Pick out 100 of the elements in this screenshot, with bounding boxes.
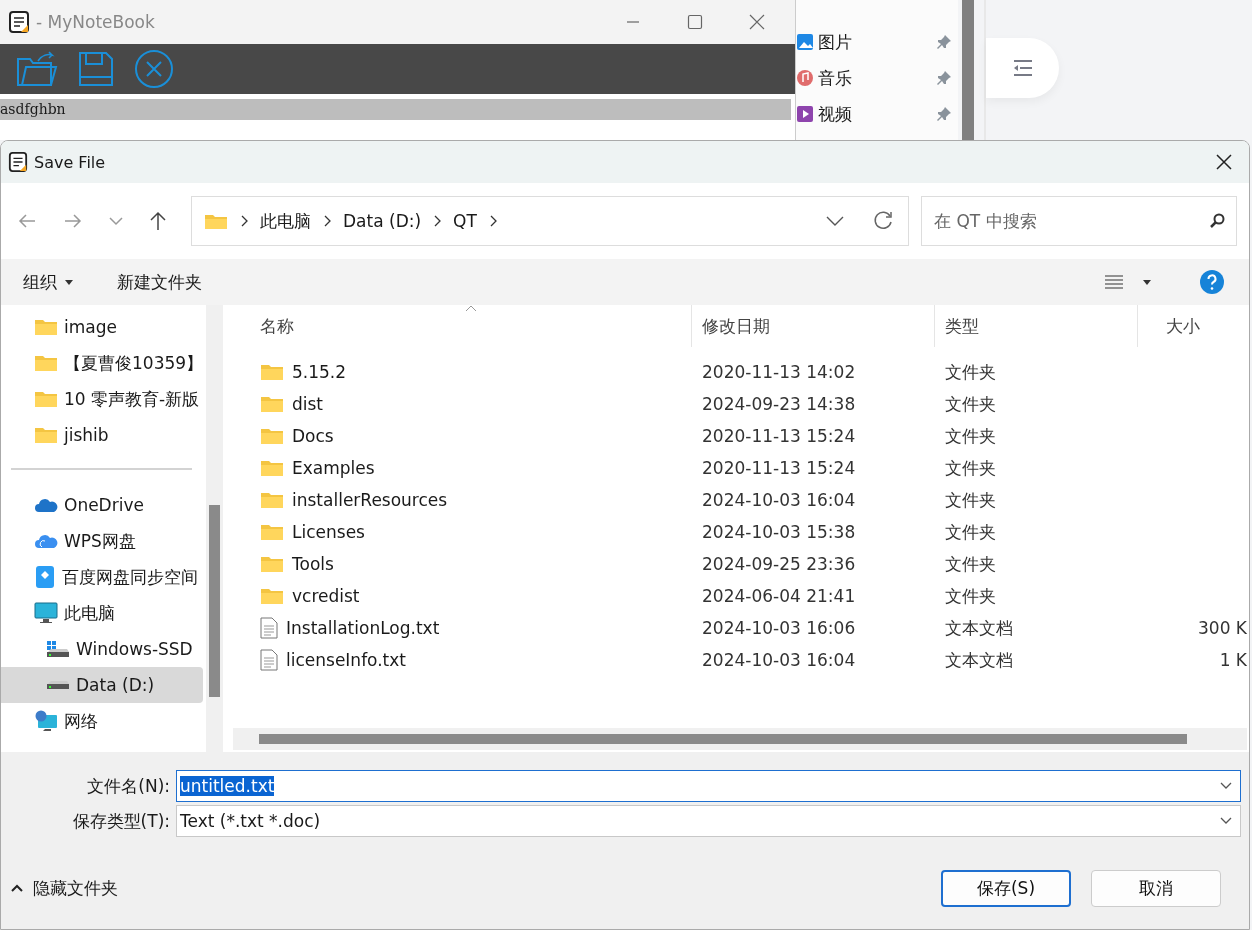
nav-item[interactable]: 百度网盘同步空间 — [1, 559, 206, 595]
notepad-icon — [8, 10, 30, 34]
file-name: installerResources — [292, 490, 448, 510]
folder-icon — [260, 491, 284, 509]
collapse-button[interactable] — [986, 38, 1059, 98]
nav-item[interactable]: OneDrive — [1, 487, 206, 523]
file-row[interactable]: Examples 2020-11-13 15:24 文件夹 — [233, 452, 1247, 484]
back-arrow-icon[interactable] — [17, 212, 37, 230]
column-header[interactable]: 类型 — [935, 305, 1138, 347]
chevron-down-icon[interactable] — [826, 216, 844, 226]
nav-item[interactable]: 10 零声教育-新版 — [1, 381, 206, 417]
file-date: 2024-09-23 14:38 — [701, 394, 857, 414]
new-folder-button[interactable]: 新建文件夹 — [117, 270, 202, 294]
folder-icon — [34, 318, 58, 336]
file-type: 文本文档 — [944, 648, 1014, 672]
filename-field[interactable]: untitled.txt — [176, 770, 1241, 802]
quick-access-item[interactable]: 视频 — [818, 102, 852, 126]
column-header[interactable]: 修改日期 — [692, 305, 935, 347]
file-row[interactable]: Docs 2020-11-13 15:24 文件夹 — [233, 420, 1247, 452]
breadcrumb[interactable]: QT — [453, 211, 477, 231]
quick-access-item[interactable]: 图片 — [818, 30, 852, 54]
text-file-icon — [260, 617, 278, 639]
chevron-down-icon[interactable] — [1220, 817, 1232, 825]
file-row[interactable]: installerResources 2024-10-03 16:04 文件夹 — [233, 484, 1247, 516]
file-name: dist — [292, 394, 324, 414]
sort-caret-icon[interactable] — [465, 305, 477, 312]
folder-icon — [260, 395, 284, 413]
refresh-icon[interactable] — [872, 210, 894, 232]
up-arrow-icon[interactable] — [149, 211, 167, 231]
hide-folders-toggle[interactable]: 隐藏文件夹 — [33, 876, 118, 900]
file-row[interactable]: Licenses 2024-10-03 15:38 文件夹 — [233, 516, 1247, 548]
monitor-icon — [34, 602, 58, 624]
chevron-right-icon — [240, 215, 248, 227]
file-date: 2020-11-13 15:24 — [701, 426, 857, 446]
nav-item[interactable]: 【夏曹俊10359】 — [1, 345, 206, 381]
cancel-button[interactable]: 取消 — [1091, 869, 1221, 907]
file-name: Licenses — [292, 522, 365, 542]
caret-icon[interactable] — [65, 279, 73, 285]
folder-icon — [204, 212, 228, 230]
nav-item[interactable]: 网络 — [1, 703, 206, 739]
file-row[interactable]: vcredist 2024-06-04 21:41 文件夹 — [233, 580, 1247, 612]
scrollbar-thumb[interactable] — [259, 734, 1187, 744]
file-type: 文件夹 — [944, 520, 997, 544]
breadcrumb[interactable]: Data (D:) — [343, 211, 422, 231]
view-list-icon[interactable] — [1105, 275, 1123, 289]
save-button[interactable]: 保存(S) — [941, 869, 1071, 907]
nav-item[interactable]: image — [1, 309, 206, 345]
folder-icon[interactable] — [16, 49, 58, 89]
cloud-icon — [34, 533, 58, 549]
chevron-up-icon[interactable] — [11, 884, 23, 892]
help-icon[interactable] — [1199, 269, 1225, 295]
scrollbar[interactable] — [962, 0, 974, 140]
scrollbar-thumb[interactable] — [209, 505, 220, 697]
folder-icon — [34, 354, 58, 372]
file-size: 1 K — [1218, 650, 1247, 670]
caret-icon[interactable] — [1143, 279, 1151, 285]
breadcrumb[interactable]: 此电脑 — [260, 209, 311, 233]
nav-item[interactable]: 此电脑 — [1, 595, 206, 631]
nav-item[interactable]: jishib — [1, 417, 206, 453]
folder-icon — [34, 426, 58, 444]
organize-menu[interactable]: 组织 — [23, 270, 57, 294]
file-type: 文件夹 — [944, 584, 997, 608]
file-date: 2020-11-13 14:02 — [701, 362, 857, 382]
drive-icon — [46, 680, 70, 690]
pin-icon[interactable] — [936, 34, 952, 50]
file-row[interactable]: InstallationLog.txt 2024-10-03 16:06 文本文档 300 K — [233, 612, 1247, 644]
file-row[interactable]: 5.15.2 2020-11-13 14:02 文件夹 — [233, 356, 1247, 388]
chevron-right-icon[interactable] — [488, 215, 497, 227]
pin-icon[interactable] — [936, 70, 952, 86]
text-file-icon — [260, 649, 278, 671]
file-name: Examples — [292, 458, 375, 478]
nav-item[interactable]: Windows-SSD — [1, 631, 206, 667]
forward-arrow-icon[interactable] — [63, 212, 83, 230]
file-row[interactable]: Tools 2024-09-25 23:36 文件夹 — [233, 548, 1247, 580]
nav-item[interactable]: WPS网盘 — [1, 523, 206, 559]
file-name: 5.15.2 — [292, 362, 347, 382]
search-field[interactable]: 在 QT 中搜索 — [921, 196, 1237, 246]
quick-access-item[interactable]: 音乐 — [818, 66, 852, 90]
file-name: Docs — [292, 426, 334, 446]
window-title: - MyNoteBook — [36, 12, 155, 32]
file-row[interactable]: dist 2024-09-23 14:38 文件夹 — [233, 388, 1247, 420]
file-row[interactable]: licenseInfo.txt 2024-10-03 16:04 文本文档 1 K — [233, 644, 1247, 676]
column-header[interactable]: 名称 — [233, 305, 692, 347]
chevron-down-icon[interactable] — [1220, 782, 1232, 790]
file-type: 文件夹 — [944, 552, 997, 576]
chevron-right-icon — [433, 215, 442, 227]
address-bar[interactable]: 此电脑 Data (D:) QT — [191, 196, 909, 246]
filetype-dropdown[interactable]: Text (*.txt *.doc) — [176, 805, 1241, 837]
column-header[interactable]: 大小 — [1138, 305, 1247, 347]
nav-item[interactable]: Data (D:) — [1, 667, 203, 703]
pin-icon[interactable] — [936, 106, 952, 122]
notepad-icon — [8, 151, 28, 173]
file-size: 300 K — [1197, 618, 1247, 638]
dialog-title: Save File — [34, 152, 106, 172]
file-type: 文本文档 — [944, 616, 1014, 640]
search-icon — [1209, 213, 1225, 229]
maximize-icon[interactable] — [687, 14, 703, 30]
save-icon[interactable] — [78, 51, 114, 87]
close-icon[interactable] — [1215, 153, 1233, 171]
file-type: 文件夹 — [944, 360, 997, 384]
